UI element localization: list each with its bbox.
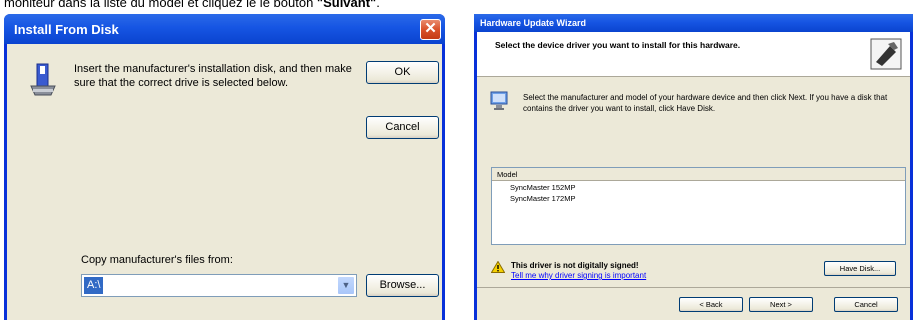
- warning-title: This driver is not digitally signed!: [511, 261, 639, 270]
- path-value[interactable]: A:\: [84, 277, 104, 294]
- dialog-body: Insert the manufacturer's installation d…: [7, 44, 442, 320]
- caption-text: moniteur dans la liste du model et cliqu…: [4, 0, 317, 10]
- dialog-titlebar[interactable]: Install From Disk ✕: [4, 14, 445, 44]
- divider: [477, 287, 910, 288]
- model-list[interactable]: Model SyncMaster 152MP SyncMaster 172MP: [491, 167, 906, 245]
- wizard-heading: Select the device driver you want to ins…: [495, 40, 741, 50]
- browse-button[interactable]: Browse...: [366, 274, 439, 297]
- warning-icon: [491, 261, 505, 273]
- list-item[interactable]: SyncMaster 172MP: [492, 192, 905, 203]
- wizard-title: Hardware Update Wizard: [480, 18, 586, 28]
- dialog-message: Insert the manufacturer's installation d…: [74, 63, 352, 89]
- next-button[interactable]: Next >: [749, 297, 813, 312]
- have-disk-button[interactable]: Have Disk...: [824, 261, 896, 276]
- monitor-icon: [490, 91, 508, 110]
- wizard-icon: [870, 38, 902, 70]
- install-from-disk-dialog: Install From Disk ✕ Insert the manufactu…: [4, 14, 445, 320]
- wizard-cancel-button[interactable]: Cancel: [834, 297, 898, 312]
- disk-icon: [30, 63, 56, 96]
- wizard-instructions: Select the manufacturer and model of you…: [523, 93, 888, 113]
- close-icon[interactable]: ✕: [420, 19, 441, 40]
- instruction-caption: moniteur dans la liste du model et cliqu…: [4, 0, 909, 10]
- ok-button[interactable]: OK: [366, 61, 439, 84]
- copy-from-label: Copy manufacturer's files from:: [81, 254, 233, 266]
- wizard-body: Select the device driver you want to ins…: [477, 32, 910, 320]
- hardware-update-wizard: Hardware Update Wizard Select the device…: [474, 14, 913, 320]
- list-item[interactable]: SyncMaster 152MP: [492, 181, 905, 192]
- cancel-button[interactable]: Cancel: [366, 116, 439, 139]
- back-button[interactable]: < Back: [679, 297, 743, 312]
- caption-bold: "Suivant": [316, 0, 377, 10]
- path-combobox[interactable]: A:\ ▼: [81, 274, 357, 297]
- caption-end: .: [376, 0, 380, 10]
- driver-signing-link[interactable]: Tell me why driver signing is important: [511, 271, 646, 280]
- dialog-title: Install From Disk: [14, 22, 119, 37]
- wizard-header: Select the device driver you want to ins…: [477, 32, 910, 77]
- chevron-down-icon[interactable]: ▼: [337, 276, 355, 295]
- model-column-header[interactable]: Model: [492, 168, 905, 181]
- wizard-titlebar[interactable]: Hardware Update Wizard: [474, 14, 913, 32]
